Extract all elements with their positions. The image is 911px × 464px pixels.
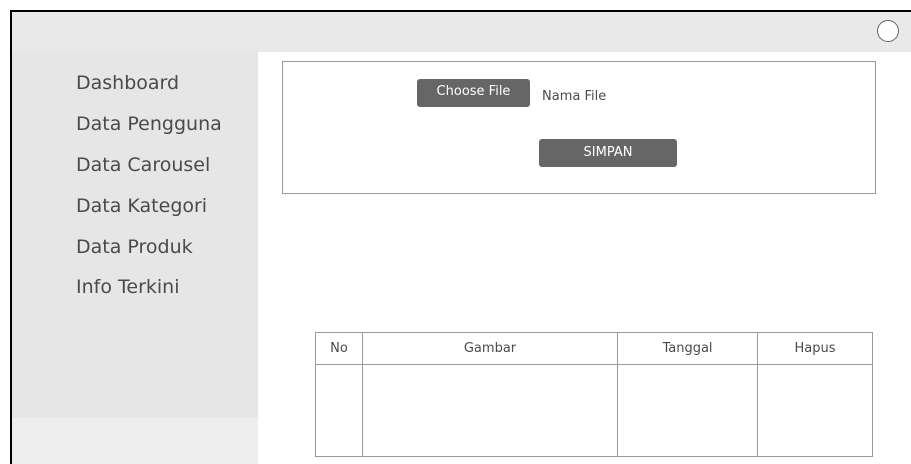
carousel-table: No Gambar Tanggal Hapus bbox=[315, 332, 873, 457]
sidebar-item-info-terkini[interactable]: Info Terkini bbox=[76, 276, 179, 298]
table-cell-tanggal bbox=[617, 364, 758, 457]
user-avatar-icon[interactable] bbox=[877, 20, 899, 42]
sidebar-item-data-kategori[interactable]: Data Kategori bbox=[76, 195, 207, 217]
table-cell-gambar bbox=[362, 364, 618, 457]
top-bar bbox=[12, 12, 911, 52]
column-header-no: No bbox=[315, 332, 363, 365]
sidebar-item-dashboard[interactable]: Dashboard bbox=[76, 72, 179, 94]
save-button[interactable]: SIMPAN bbox=[539, 139, 677, 167]
sidebar-item-data-produk[interactable]: Data Produk bbox=[76, 236, 193, 258]
sidebar-footer bbox=[12, 418, 258, 464]
table-row bbox=[315, 364, 873, 457]
file-name-label: Nama File bbox=[542, 89, 607, 104]
sidebar-item-data-pengguna[interactable]: Data Pengguna bbox=[76, 113, 222, 135]
column-header-hapus: Hapus bbox=[757, 332, 873, 365]
sidebar-item-data-carousel[interactable]: Data Carousel bbox=[76, 154, 210, 176]
upload-form-panel: Choose File Nama File SIMPAN bbox=[282, 61, 876, 194]
app-window: Dashboard Data Pengguna Data Carousel Da… bbox=[10, 10, 911, 464]
choose-file-button[interactable]: Choose File bbox=[417, 79, 530, 107]
table-header-row: No Gambar Tanggal Hapus bbox=[315, 332, 873, 365]
column-header-tanggal: Tanggal bbox=[617, 332, 758, 365]
table-cell-hapus bbox=[757, 364, 873, 457]
sidebar: Dashboard Data Pengguna Data Carousel Da… bbox=[12, 52, 258, 418]
table-cell-no bbox=[315, 364, 363, 457]
column-header-gambar: Gambar bbox=[362, 332, 618, 365]
